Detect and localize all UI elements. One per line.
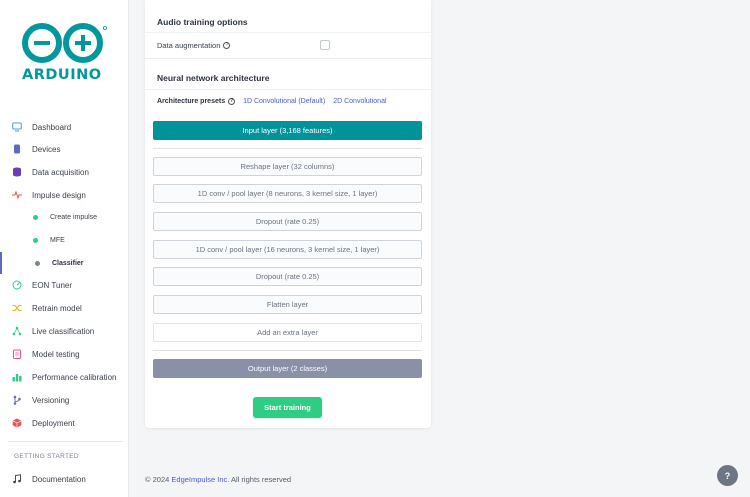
architecture-presets-text: Architecture presets: [157, 98, 226, 105]
architecture-presets-label: Architecture presets ?: [157, 98, 236, 105]
status-dot: [33, 237, 38, 243]
status-dot: [33, 214, 38, 220]
sidebar-item-versioning[interactable]: Versioning: [0, 389, 129, 411]
sidebar-item-label: Documentation: [32, 474, 86, 484]
sidebar-item-label: Retrain model: [32, 303, 82, 313]
sidebar-item-dashboard[interactable]: Dashboard: [0, 116, 129, 138]
help-chat-button[interactable]: ?: [717, 465, 738, 486]
add-extra-layer-button[interactable]: Add an extra layer: [153, 323, 422, 342]
sidebar-item-label: Impulse design: [32, 190, 86, 200]
data-augmentation-checkbox[interactable]: [320, 40, 330, 50]
conv1d-layer-2[interactable]: 1D conv / pool layer (16 neurons, 3 kern…: [153, 240, 422, 259]
row-divider: [145, 58, 431, 59]
sidebar-item-label: Classifier: [52, 259, 84, 267]
footer: © 2024 EdgeImpulse Inc. All rights reser…: [145, 475, 291, 484]
sidebar-item-impulse-design[interactable]: Impulse design: [0, 184, 129, 206]
music-note-icon: [12, 474, 22, 484]
nodes-icon: [12, 326, 22, 336]
output-layer[interactable]: Output layer (2 classes): [153, 359, 422, 378]
footer-copyright: © 2024: [145, 475, 170, 484]
sidebar-item-label: Deployment: [32, 418, 75, 428]
start-training-button[interactable]: Start training: [253, 397, 322, 418]
conv1d-layer-1[interactable]: 1D conv / pool layer (8 neurons, 3 kerne…: [153, 184, 422, 203]
data-augmentation-label: Data augmentation ?: [157, 41, 231, 50]
footer-rights: All rights reserved: [231, 475, 292, 484]
sidebar-item-label: Performance calibration: [32, 372, 117, 382]
input-layer[interactable]: Input layer (3,168 features): [153, 121, 422, 140]
sidebar-item-retrain-model[interactable]: Retrain model: [0, 297, 129, 319]
neural-network-architecture-title: Neural network architecture: [157, 73, 270, 83]
tuner-icon: [12, 280, 22, 290]
shuffle-icon: [12, 303, 22, 313]
preset-2d-convolutional-link[interactable]: 2D Convolutional: [333, 98, 386, 105]
sidebar-item-label: EON Tuner: [32, 280, 73, 290]
device-icon: [12, 144, 22, 154]
clipboard-icon: [12, 349, 22, 359]
monitor-icon: [12, 122, 22, 132]
arduino-infinity-icon: [22, 23, 108, 63]
pulse-icon: [12, 190, 22, 200]
flatten-layer[interactable]: Flatten layer: [153, 295, 422, 314]
row-divider: [145, 32, 431, 33]
help-icon[interactable]: ?: [223, 42, 231, 49]
sidebar-item-label: Versioning: [32, 395, 70, 405]
classifier-settings-card: Audio training options Data augmentation…: [145, 0, 431, 428]
sidebar-item-classifier[interactable]: Classifier: [0, 252, 129, 274]
sidebar-item-performance-calibration[interactable]: Performance calibration: [0, 366, 129, 388]
architecture-presets: Architecture presets ? 1D Convolutional …: [157, 98, 387, 105]
sidebar-item-label: Dashboard: [32, 122, 72, 132]
data-augmentation-text: Data augmentation: [157, 41, 221, 50]
row-divider: [145, 89, 431, 90]
sidebar-item-label: Devices: [32, 144, 61, 154]
sidebar-item-label: Model testing: [32, 349, 80, 359]
dropout-layer-1[interactable]: Dropout (rate 0.25): [153, 212, 422, 231]
help-icon[interactable]: ?: [228, 98, 236, 105]
sidebar-item-deployment[interactable]: Deployment: [0, 412, 129, 434]
brand-wordmark: ARDUINO: [22, 67, 102, 83]
sidebar-item-live-classification[interactable]: Live classification: [0, 320, 129, 342]
footer-company-link[interactable]: EdgeImpulse Inc.: [171, 475, 229, 484]
reshape-layer[interactable]: Reshape layer (32 columns): [153, 157, 422, 176]
preset-1d-convolutional-link[interactable]: 1D Convolutional (Default): [243, 98, 325, 105]
sidebar-item-documentation[interactable]: Documentation: [0, 468, 129, 490]
dropout-layer-2[interactable]: Dropout (rate 0.25): [153, 267, 422, 286]
sidebar-item-label: MFE: [50, 236, 65, 244]
audio-training-options-title: Audio training options: [157, 17, 248, 27]
database-icon: [12, 167, 22, 177]
sidebar: ARDUINO Dashboard Devices Data acquisiti…: [0, 0, 129, 497]
branch-icon: [12, 395, 22, 405]
sidebar-divider: [8, 441, 123, 442]
status-dot: [35, 260, 40, 266]
bar-chart-icon: [12, 372, 22, 382]
sidebar-item-eon-tuner[interactable]: EON Tuner: [0, 274, 129, 296]
sidebar-item-data-acquisition[interactable]: Data acquisition: [0, 161, 129, 183]
sidebar-item-label: Live classification: [32, 326, 95, 336]
sidebar-item-devices[interactable]: Devices: [0, 138, 129, 160]
package-icon: [12, 418, 22, 428]
sidebar-item-label: Data acquisition: [32, 167, 89, 177]
sidebar-item-model-testing[interactable]: Model testing: [0, 343, 129, 365]
sidebar-item-create-impulse[interactable]: Create impulse: [0, 206, 129, 228]
section-header-getting-started: GETTING STARTED: [14, 453, 79, 460]
sidebar-item-mfe[interactable]: MFE: [0, 229, 129, 251]
layer-separator: [153, 148, 422, 149]
sidebar-item-label: Create impulse: [50, 213, 98, 221]
layer-separator: [153, 350, 422, 351]
